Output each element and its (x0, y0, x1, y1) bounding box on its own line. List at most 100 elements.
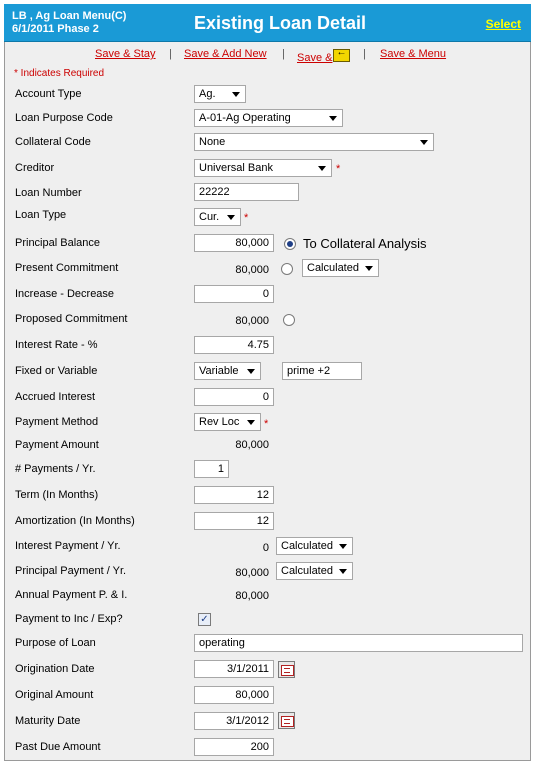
save-back-label: Save & (297, 52, 333, 64)
collateral-code-label: Collateral Code (15, 136, 91, 148)
loan-type-select[interactable]: Cur. (194, 208, 241, 226)
loan-type-value: Cur. (199, 211, 220, 223)
calendar-icon[interactable] (278, 712, 295, 729)
purpose-label: Purpose of Loan (15, 637, 96, 649)
chevron-down-icon (365, 266, 373, 271)
present-commitment-value: 80,000 (235, 264, 269, 276)
separator: | (282, 48, 285, 60)
collateral-code-select[interactable]: None (194, 133, 434, 151)
present-commitment-select[interactable]: Calculated (302, 259, 379, 277)
loan-number-label: Loan Number (15, 187, 82, 199)
original-amount-label: Original Amount (15, 689, 94, 701)
chevron-down-icon (318, 166, 326, 171)
amortization-label: Amortization (In Months) (15, 515, 135, 527)
fixed-variable-value: Variable (199, 365, 239, 377)
payment-amount-value: 80,000 (235, 439, 269, 451)
origination-date-label: Origination Date (15, 663, 95, 675)
payment-amount-label: Payment Amount (15, 439, 99, 451)
past-due-amount-input[interactable]: 200 (194, 738, 274, 756)
header-bar: LB , Ag Loan Menu(C) 6/1/2011 Phase 2 Ex… (4, 4, 531, 42)
chevron-down-icon (232, 92, 240, 97)
increase-decrease-label: Increase - Decrease (15, 288, 115, 300)
chevron-down-icon (339, 544, 347, 549)
principal-balance-input[interactable]: 80,000 (194, 234, 274, 252)
term-label: Term (In Months) (15, 489, 99, 501)
action-bar: Save & Stay | Save & Add New | Save & | … (0, 47, 537, 64)
to-collateral-analysis-label: To Collateral Analysis (303, 236, 427, 251)
creditor-label: Creditor (15, 162, 55, 174)
payment-method-value: Rev Loc (199, 416, 240, 428)
required-note: * Indicates Required (14, 68, 105, 79)
save-menu-link[interactable]: Save & Menu (380, 48, 446, 60)
interest-payment-select[interactable]: Calculated (276, 537, 353, 555)
increase-decrease-input[interactable]: 0 (194, 285, 274, 303)
save-back-link[interactable]: Save & (297, 47, 351, 64)
proposed-commitment-radio[interactable] (283, 314, 295, 326)
account-type-label: Account Type (15, 88, 82, 100)
header-info: LB , Ag Loan Menu(C) 6/1/2011 Phase 2 (12, 10, 126, 36)
principal-payment-value: 80,000 (235, 567, 269, 579)
purpose-input[interactable]: operating (194, 634, 523, 652)
separator: | (169, 48, 172, 60)
proposed-commitment-label: Proposed Commitment (15, 313, 128, 325)
required-marker: * (336, 163, 341, 175)
payment-inc-exp-label: Payment to Inc / Exp? (15, 613, 123, 625)
accrued-interest-input[interactable]: 0 (194, 388, 274, 406)
original-amount-input[interactable]: 80,000 (194, 686, 274, 704)
chevron-down-icon (420, 140, 428, 145)
rate-note-input[interactable]: prime +2 (282, 362, 362, 380)
interest-payment-select-value: Calculated (281, 540, 333, 552)
creditor-value: Universal Bank (199, 162, 273, 174)
principal-balance-radio[interactable] (284, 238, 296, 250)
present-commitment-select-value: Calculated (307, 262, 359, 274)
amortization-input[interactable]: 12 (194, 512, 274, 530)
loan-purpose-code-select[interactable]: A-01-Ag Operating (194, 109, 343, 127)
payment-method-label: Payment Method (15, 416, 99, 428)
required-marker: * (244, 212, 249, 224)
proposed-commitment-value: 80,000 (235, 315, 269, 327)
annual-payment-value: 80,000 (235, 590, 269, 602)
interest-payment-label: Interest Payment / Yr. (15, 540, 121, 552)
page-title: Existing Loan Detail (194, 13, 367, 33)
fixed-variable-label: Fixed or Variable (15, 365, 98, 377)
chevron-down-icon (339, 569, 347, 574)
present-commitment-label: Present Commitment (15, 262, 119, 274)
loan-purpose-code-value: A-01-Ag Operating (199, 112, 291, 124)
payment-inc-exp-checkbox[interactable]: ✓ (198, 613, 211, 626)
required-marker: * (264, 418, 269, 430)
chevron-down-icon (247, 420, 255, 425)
interest-payment-value: 0 (262, 542, 269, 554)
payment-method-select[interactable]: Rev Loc (194, 413, 261, 431)
save-stay-link[interactable]: Save & Stay (95, 48, 156, 60)
chevron-down-icon (247, 369, 255, 374)
creditor-select[interactable]: Universal Bank (194, 159, 332, 177)
principal-payment-select[interactable]: Calculated (276, 562, 353, 580)
interest-rate-input[interactable]: 4.75 (194, 336, 274, 354)
save-add-new-link[interactable]: Save & Add New (184, 48, 267, 60)
principal-payment-label: Principal Payment / Yr. (15, 565, 127, 577)
fixed-variable-select[interactable]: Variable (194, 362, 261, 380)
interest-rate-label: Interest Rate - % (15, 339, 98, 351)
select-link[interactable]: Select (486, 17, 521, 31)
origination-date-input[interactable]: 3/1/2011 (194, 660, 274, 678)
header-date-phase: 6/1/2011 Phase 2 (12, 23, 99, 35)
folder-back-icon (333, 47, 351, 62)
chevron-down-icon (227, 215, 235, 220)
maturity-date-input[interactable]: 3/1/2012 (194, 712, 274, 730)
loan-purpose-code-label: Loan Purpose Code (15, 112, 113, 124)
principal-payment-select-value: Calculated (281, 565, 333, 577)
payments-per-year-label: # Payments / Yr. (15, 463, 96, 475)
account-type-value: Ag. (199, 88, 216, 100)
calendar-icon[interactable] (278, 661, 295, 678)
collateral-code-value: None (199, 136, 226, 148)
menu-name: LB , Ag Loan Menu(C) (12, 10, 127, 22)
separator: | (363, 48, 366, 60)
loan-type-label: Loan Type (15, 209, 67, 221)
payments-per-year-input[interactable]: 1 (194, 460, 229, 478)
term-input[interactable]: 12 (194, 486, 274, 504)
account-type-select[interactable]: Ag. (194, 85, 246, 103)
present-commitment-radio[interactable] (281, 263, 293, 275)
accrued-interest-label: Accrued Interest (15, 391, 96, 403)
loan-number-input[interactable]: 22222 (194, 183, 299, 201)
maturity-date-label: Maturity Date (15, 715, 81, 727)
